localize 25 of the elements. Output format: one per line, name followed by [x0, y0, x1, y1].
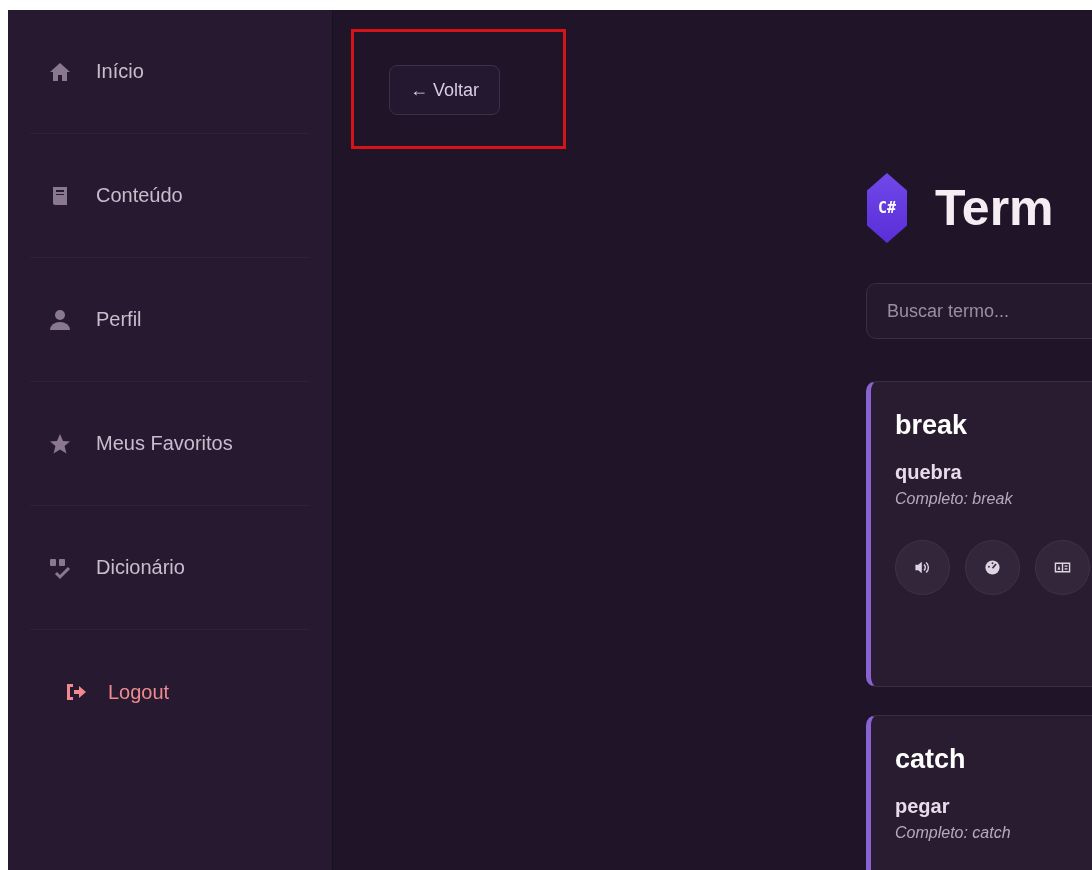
term-translation: pegar	[895, 795, 951, 818]
search-field[interactable]: Buscar termo...	[866, 283, 1092, 339]
item-label: Início	[96, 60, 144, 83]
user-icon	[48, 307, 72, 332]
back-button[interactable]: ← Voltar	[389, 65, 501, 115]
page-title: Term	[935, 179, 1054, 237]
sidebar-item[interactable]: Início	[30, 10, 310, 134]
term-name: break	[895, 410, 969, 441]
term-full: Completo: catch	[895, 824, 1012, 842]
logout-item[interactable]: Logout	[30, 630, 310, 754]
term-translation: quebra	[895, 461, 963, 484]
sidebar-item[interactable]: Conteúdo	[30, 134, 310, 258]
sidebar-item[interactable]: Meus Favoritos	[30, 382, 310, 506]
sidebar-item[interactable]: Perfil	[30, 258, 310, 382]
item-label: Dicionário	[96, 556, 185, 579]
logo: C#	[867, 173, 907, 243]
term-full: Completo: break	[895, 490, 1014, 508]
sidebar-item[interactable]: Dicionário	[30, 506, 310, 630]
item-label: Meus Favoritos	[96, 432, 233, 455]
speaker-icon	[914, 559, 931, 576]
item-label: Perfil	[96, 308, 142, 331]
gauge-icon	[984, 559, 1001, 576]
term-name: catch	[895, 744, 967, 775]
item-label: Logout	[108, 680, 170, 704]
item-label: Conteúdo	[96, 184, 183, 207]
